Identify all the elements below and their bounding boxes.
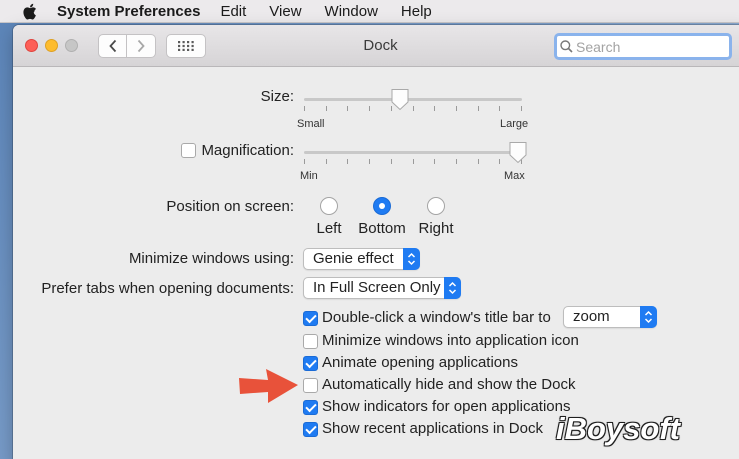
- minimize-effect-value: Genie effect: [313, 250, 394, 267]
- size-slider[interactable]: [304, 98, 522, 101]
- size-min-label: Small: [297, 118, 325, 130]
- slider-tick: [499, 106, 500, 111]
- slider-tick: [347, 106, 348, 111]
- slider-tick: [478, 106, 479, 111]
- slider-tick: [413, 106, 414, 111]
- show-recent-apps-checkbox[interactable]: [303, 422, 318, 437]
- updown-chevron-icon: [640, 306, 657, 328]
- magnification-label: Magnification:: [201, 142, 294, 159]
- show-indicators-label: Show indicators for open applications: [322, 398, 571, 415]
- apple-logo-icon[interactable]: [22, 2, 38, 20]
- double-click-checkbox[interactable]: [303, 311, 318, 326]
- show-recent-apps-label: Show recent applications in Dock: [322, 420, 543, 437]
- size-max-label: Large: [500, 118, 529, 130]
- slider-tick: [326, 106, 327, 111]
- magnification-slider-thumb[interactable]: [508, 141, 528, 164]
- prefer-tabs-popup[interactable]: In Full Screen Only: [303, 277, 461, 299]
- slider-tick: [434, 106, 435, 111]
- prefer-tabs-label: Prefer tabs when opening documents:: [41, 280, 294, 297]
- search-icon: [560, 40, 573, 53]
- menu-bar: System Preferences Edit View Window Help: [0, 0, 739, 23]
- slider-tick: [456, 159, 457, 164]
- updown-chevron-icon: [403, 248, 420, 270]
- size-ticks: [304, 106, 522, 111]
- menu-view[interactable]: View: [269, 3, 301, 20]
- search-input[interactable]: [576, 38, 726, 55]
- slider-tick: [326, 159, 327, 164]
- magnification-slider[interactable]: [304, 151, 522, 154]
- position-left-radio[interactable]: [320, 197, 338, 215]
- show-indicators-checkbox[interactable]: [303, 400, 318, 415]
- position-bottom-label: Bottom: [358, 220, 406, 237]
- red-arrow-icon: [239, 369, 298, 403]
- auto-hide-dock-label: Automatically hide and show the Dock: [322, 376, 576, 393]
- position-right-radio[interactable]: [427, 197, 445, 215]
- updown-chevron-icon: [444, 277, 461, 299]
- slider-tick: [391, 159, 392, 164]
- size-slider-thumb[interactable]: [390, 88, 410, 111]
- menu-edit[interactable]: Edit: [220, 3, 246, 20]
- minimize-into-icon-checkbox[interactable]: [303, 334, 318, 349]
- watermark-logo: iBoysoft: [556, 411, 680, 446]
- slider-tick: [521, 106, 522, 111]
- slider-tick: [304, 106, 305, 111]
- minimize-using-label: Minimize windows using:: [128, 250, 294, 267]
- minimize-effect-popup[interactable]: Genie effect: [303, 248, 420, 270]
- slider-tick: [304, 159, 305, 164]
- position-left-label: Left: [316, 220, 342, 237]
- position-label: Position on screen:: [166, 198, 294, 215]
- search-field[interactable]: [554, 33, 732, 60]
- menu-help[interactable]: Help: [401, 3, 432, 20]
- auto-hide-dock-checkbox[interactable]: [303, 378, 318, 393]
- slider-tick: [499, 159, 500, 164]
- double-click-label: Double-click a window's title bar to: [322, 309, 551, 326]
- double-click-action-popup[interactable]: zoom: [563, 306, 657, 328]
- position-bottom-radio[interactable]: [373, 197, 391, 215]
- menu-app-name[interactable]: System Preferences: [57, 3, 200, 20]
- slider-tick: [369, 159, 370, 164]
- animate-opening-checkbox[interactable]: [303, 356, 318, 371]
- slider-tick: [478, 159, 479, 164]
- slider-tick: [413, 159, 414, 164]
- magnification-max-label: Max: [504, 170, 525, 182]
- menu-window[interactable]: Window: [325, 3, 378, 20]
- animate-opening-label: Animate opening applications: [322, 354, 518, 371]
- prefer-tabs-value: In Full Screen Only: [313, 279, 441, 296]
- slider-tick: [456, 106, 457, 111]
- magnification-ticks: [304, 159, 522, 164]
- double-click-action-value: zoom: [573, 308, 610, 325]
- preferences-window: Dock: [13, 25, 739, 459]
- minimize-into-icon-label: Minimize windows into application icon: [322, 332, 579, 349]
- slider-tick: [347, 159, 348, 164]
- title-bar: Dock: [13, 25, 739, 67]
- position-right-label: Right: [418, 220, 454, 237]
- size-label: Size:: [260, 88, 294, 105]
- slider-tick: [369, 106, 370, 111]
- slider-tick: [434, 159, 435, 164]
- magnification-min-label: Min: [300, 170, 318, 182]
